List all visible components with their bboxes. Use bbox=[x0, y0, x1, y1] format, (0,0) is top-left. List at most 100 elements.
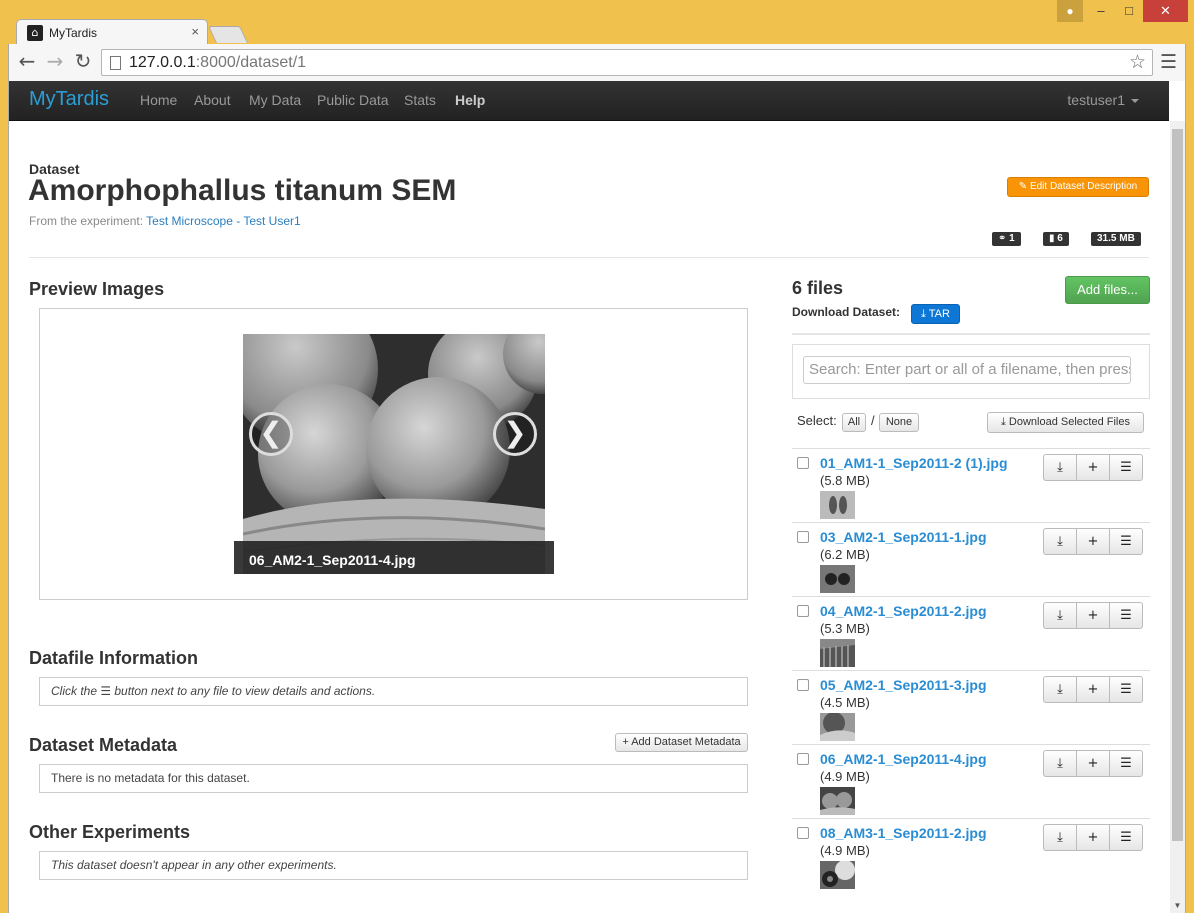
reload-icon[interactable]: ↻ bbox=[71, 50, 95, 74]
experiment-link[interactable]: Test Microscope - Test User1 bbox=[146, 214, 301, 228]
tab-close-icon[interactable]: × bbox=[191, 24, 199, 39]
file-name-link[interactable]: 08_AM3-1_Sep2011-2.jpg bbox=[820, 825, 987, 841]
add-to-selection-icon[interactable]: + bbox=[1076, 676, 1110, 703]
browser-toolbar: ← → ↻ 127.0.0.1:8000/dataset/1 ☆ ☰ bbox=[8, 44, 1186, 81]
url-host: 127.0.0.1 bbox=[129, 54, 196, 71]
user-name: testuser1 bbox=[1067, 92, 1125, 108]
close-window-button[interactable]: ✕ bbox=[1143, 0, 1188, 22]
file-checkbox[interactable] bbox=[797, 753, 809, 765]
other-experiments-title: Other Experiments bbox=[29, 822, 191, 842]
file-thumbnail[interactable] bbox=[820, 491, 855, 519]
back-icon[interactable]: ← bbox=[15, 50, 39, 74]
file-row: 01_AM1-1_Sep2011-2 (1).jpg (5.8 MB) ⤓ + ☰ bbox=[792, 448, 1150, 522]
file-search-input[interactable]: Search: Enter part or all of a filename,… bbox=[803, 356, 1131, 384]
file-checkbox[interactable] bbox=[797, 827, 809, 839]
file-checkbox[interactable] bbox=[797, 679, 809, 691]
file-name-link[interactable]: 05_AM2-1_Sep2011-3.jpg bbox=[820, 677, 987, 693]
url-text: 127.0.0.1:8000/dataset/1 bbox=[129, 54, 306, 72]
browser-menu-icon[interactable]: ☰ bbox=[1160, 51, 1177, 73]
file-name-link[interactable]: 06_AM2-1_Sep2011-4.jpg bbox=[820, 751, 987, 767]
select-none-button[interactable]: None bbox=[879, 413, 919, 432]
file-name-link[interactable]: 04_AM2-1_Sep2011-2.jpg bbox=[820, 603, 987, 619]
datafile-info-text: Click the ☰ button next to any file to v… bbox=[39, 677, 748, 706]
file-row: 05_AM2-1_Sep2011-3.jpg (4.5 MB) ⤓ + ☰ bbox=[792, 670, 1150, 744]
file-details-icon[interactable]: ☰ bbox=[1109, 750, 1143, 777]
page-scrollbar[interactable]: ▼ bbox=[1170, 121, 1185, 913]
tab-title: MyTardis bbox=[49, 26, 98, 40]
files-count-title: 6 files bbox=[792, 278, 844, 298]
nav-stats[interactable]: Stats bbox=[404, 92, 436, 108]
file-row: 04_AM2-1_Sep2011-2.jpg (5.3 MB) ⤓ + ☰ bbox=[792, 596, 1150, 670]
file-details-icon[interactable]: ☰ bbox=[1109, 602, 1143, 629]
scroll-down-icon[interactable]: ▼ bbox=[1170, 898, 1185, 913]
add-to-selection-icon[interactable]: + bbox=[1076, 750, 1110, 777]
download-file-icon[interactable]: ⤓ bbox=[1043, 750, 1077, 777]
file-checkbox[interactable] bbox=[797, 531, 809, 543]
nav-home[interactable]: Home bbox=[140, 92, 177, 108]
address-bar[interactable]: 127.0.0.1:8000/dataset/1 ☆ bbox=[101, 49, 1153, 76]
add-to-selection-icon[interactable]: + bbox=[1076, 824, 1110, 851]
minimize-button[interactable]: – bbox=[1087, 0, 1115, 22]
user-menu[interactable]: testuser1 bbox=[1067, 92, 1139, 108]
download-file-icon[interactable]: ⤓ bbox=[1043, 528, 1077, 555]
caret-down-icon bbox=[1131, 99, 1139, 104]
forward-icon[interactable]: → bbox=[43, 50, 67, 74]
file-thumbnail[interactable] bbox=[820, 787, 855, 815]
carousel-caption: 06_AM2-1_Sep2011-4.jpg bbox=[234, 541, 554, 574]
carousel-prev-button[interactable]: ❮ bbox=[249, 412, 293, 456]
file-thumbnail[interactable] bbox=[820, 639, 855, 667]
select-label: Select: bbox=[797, 413, 837, 428]
file-thumbnail[interactable] bbox=[820, 713, 855, 741]
file-details-icon[interactable]: ☰ bbox=[1109, 454, 1143, 481]
carousel-next-button[interactable]: ❯ bbox=[493, 412, 537, 456]
add-metadata-button[interactable]: + Add Dataset Metadata bbox=[615, 733, 748, 752]
browser-window: ⌂ MyTardis × ● – □ ✕ ← → ↻ 127.0.0.1:800… bbox=[0, 0, 1194, 913]
download-file-icon[interactable]: ⤓ bbox=[1043, 676, 1077, 703]
profile-icon[interactable]: ● bbox=[1057, 0, 1083, 22]
download-selected-button[interactable]: ⤓ Download Selected Files bbox=[987, 412, 1144, 433]
scrollbar-thumb[interactable] bbox=[1172, 129, 1183, 841]
file-name-link[interactable]: 03_AM2-1_Sep2011-1.jpg bbox=[820, 529, 987, 545]
nav-public-data[interactable]: Public Data bbox=[317, 92, 389, 108]
browser-tab[interactable]: ⌂ MyTardis × bbox=[16, 19, 208, 45]
edit-dataset-button[interactable]: ✎ Edit Dataset Description bbox=[1007, 177, 1149, 197]
file-size: (4.9 MB) bbox=[820, 769, 870, 784]
new-tab-button[interactable] bbox=[208, 26, 248, 43]
add-to-selection-icon[interactable]: + bbox=[1076, 602, 1110, 629]
file-actions: ⤓ + ☰ bbox=[1043, 750, 1143, 777]
file-details-icon[interactable]: ☰ bbox=[1109, 676, 1143, 703]
add-to-selection-icon[interactable]: + bbox=[1076, 528, 1110, 555]
datafile-info-title: Datafile Information bbox=[29, 648, 199, 668]
nav-help[interactable]: Help bbox=[455, 92, 485, 108]
file-checkbox[interactable] bbox=[797, 605, 809, 617]
maximize-button[interactable]: □ bbox=[1115, 0, 1143, 22]
other-experiments-text: This dataset doesn't appear in any other… bbox=[39, 851, 748, 880]
file-size: (4.5 MB) bbox=[820, 695, 870, 710]
experiment-source: From the experiment: Test Microscope - T… bbox=[29, 214, 301, 228]
download-file-icon[interactable]: ⤓ bbox=[1043, 824, 1077, 851]
file-thumbnail[interactable] bbox=[820, 861, 855, 889]
files-count-badge: ▮ 6 bbox=[1043, 232, 1069, 246]
file-row: 03_AM2-1_Sep2011-1.jpg (6.2 MB) ⤓ + ☰ bbox=[792, 522, 1150, 596]
file-size: (5.3 MB) bbox=[820, 621, 870, 636]
bookmark-star-icon[interactable]: ☆ bbox=[1129, 51, 1146, 73]
select-all-button[interactable]: All bbox=[842, 413, 866, 432]
file-row: 08_AM3-1_Sep2011-2.jpg (4.9 MB) ⤓ + ☰ bbox=[792, 818, 1150, 892]
brand-link[interactable]: MyTardis bbox=[29, 88, 109, 111]
page-viewport: MyTardis Home About My Data Public Data … bbox=[8, 81, 1186, 913]
file-details-icon[interactable]: ☰ bbox=[1109, 528, 1143, 555]
file-thumbnail[interactable] bbox=[820, 565, 855, 593]
download-file-icon[interactable]: ⤓ bbox=[1043, 602, 1077, 629]
favicon-icon: ⌂ bbox=[27, 25, 43, 41]
nav-about[interactable]: About bbox=[194, 92, 231, 108]
nav-my-data[interactable]: My Data bbox=[249, 92, 301, 108]
add-files-button[interactable]: Add files... bbox=[1065, 276, 1150, 304]
file-checkbox[interactable] bbox=[797, 457, 809, 469]
download-file-icon[interactable]: ⤓ bbox=[1043, 454, 1077, 481]
page-title: Amorphophallus titanum SEM bbox=[28, 174, 457, 207]
preview-images-title: Preview Images bbox=[29, 279, 165, 299]
download-tar-button[interactable]: ⤓ TAR bbox=[911, 304, 960, 324]
add-to-selection-icon[interactable]: + bbox=[1076, 454, 1110, 481]
file-details-icon[interactable]: ☰ bbox=[1109, 824, 1143, 851]
file-name-link[interactable]: 01_AM1-1_Sep2011-2 (1).jpg bbox=[820, 455, 1008, 471]
